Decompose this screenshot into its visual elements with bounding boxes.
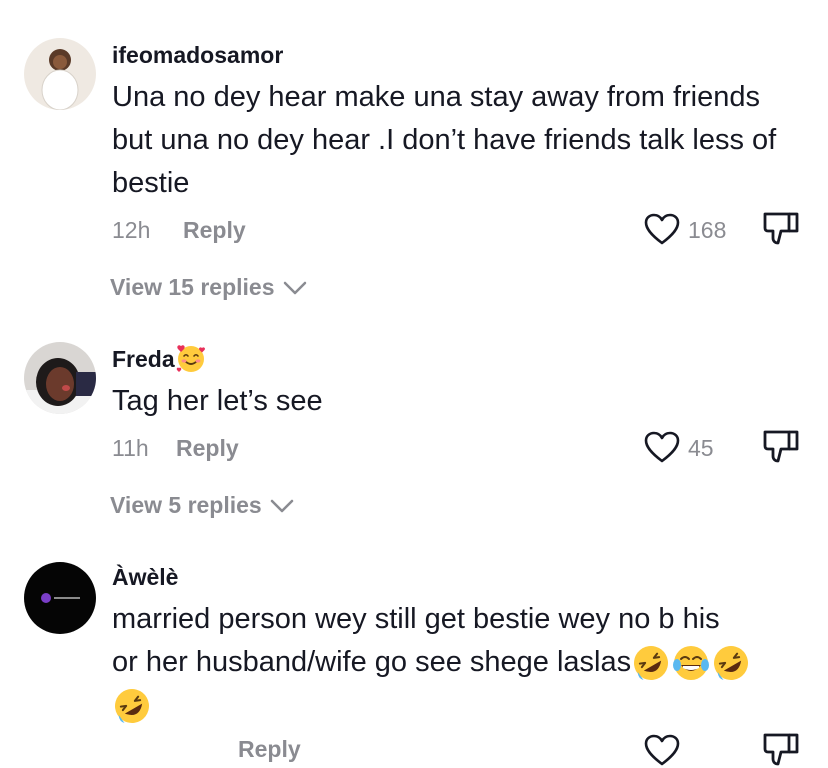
avatar[interactable] (24, 562, 96, 634)
avatar[interactable] (24, 342, 96, 414)
view-replies-button[interactable]: View 15 replies (110, 274, 307, 301)
rolling-on-floor-laughing-icon (714, 646, 749, 681)
heart-icon[interactable] (644, 431, 680, 463)
reply-button[interactable]: Reply (238, 736, 301, 763)
username-label: Freda (112, 346, 175, 372)
comment-text: Tag her let’s see (112, 385, 323, 417)
thumbs-down-icon[interactable] (762, 732, 800, 768)
smiling-face-with-hearts-icon (176, 345, 205, 372)
view-replies-button[interactable]: View 5 replies (110, 492, 294, 519)
comment-text-line (112, 684, 802, 727)
comment-username[interactable]: Freda (112, 345, 207, 374)
reply-button[interactable]: Reply (183, 217, 246, 244)
heart-icon[interactable] (644, 734, 680, 766)
comment-text-fragment: or her husband/wife go see shege laslas (112, 646, 632, 678)
comment-text-line: or her husband/wife go see shege laslas (112, 641, 802, 684)
thumbs-down-icon[interactable] (762, 211, 800, 247)
comment-username[interactable]: Àwèlè (112, 564, 178, 591)
heart-icon[interactable] (644, 213, 680, 245)
reply-button[interactable]: Reply (176, 435, 239, 462)
comment-text: Una no dey hear make una stay away from … (112, 81, 777, 199)
comment-text-line: married person wey still get bestie wey … (112, 603, 720, 635)
rolling-on-floor-laughing-icon (634, 646, 669, 681)
comment-username[interactable]: ifeomadosamor (112, 42, 283, 69)
view-replies-label: View 15 replies (110, 274, 275, 300)
view-replies-label: View 5 replies (110, 492, 262, 518)
comment-item: ifeomadosamor Una no dey hear make una s… (0, 0, 828, 320)
comment-text: married person wey still get bestie wey … (112, 598, 802, 727)
comment-item: Freda Tag her let’s see 11h Reply 45 Vie… (0, 330, 828, 530)
chevron-down-icon (283, 281, 306, 294)
face-with-tears-of-joy-icon (673, 646, 710, 681)
avatar[interactable] (24, 38, 96, 110)
thumbs-down-icon[interactable] (762, 429, 800, 465)
like-count: 45 (688, 435, 714, 461)
comment-timestamp: 12h (112, 217, 151, 243)
like-count: 168 (688, 217, 727, 243)
comment-timestamp: 11h (112, 435, 149, 461)
rolling-on-floor-laughing-icon (115, 689, 149, 724)
comment-item: Àwèlè married person wey still get besti… (0, 548, 828, 766)
chevron-down-icon (270, 499, 293, 512)
